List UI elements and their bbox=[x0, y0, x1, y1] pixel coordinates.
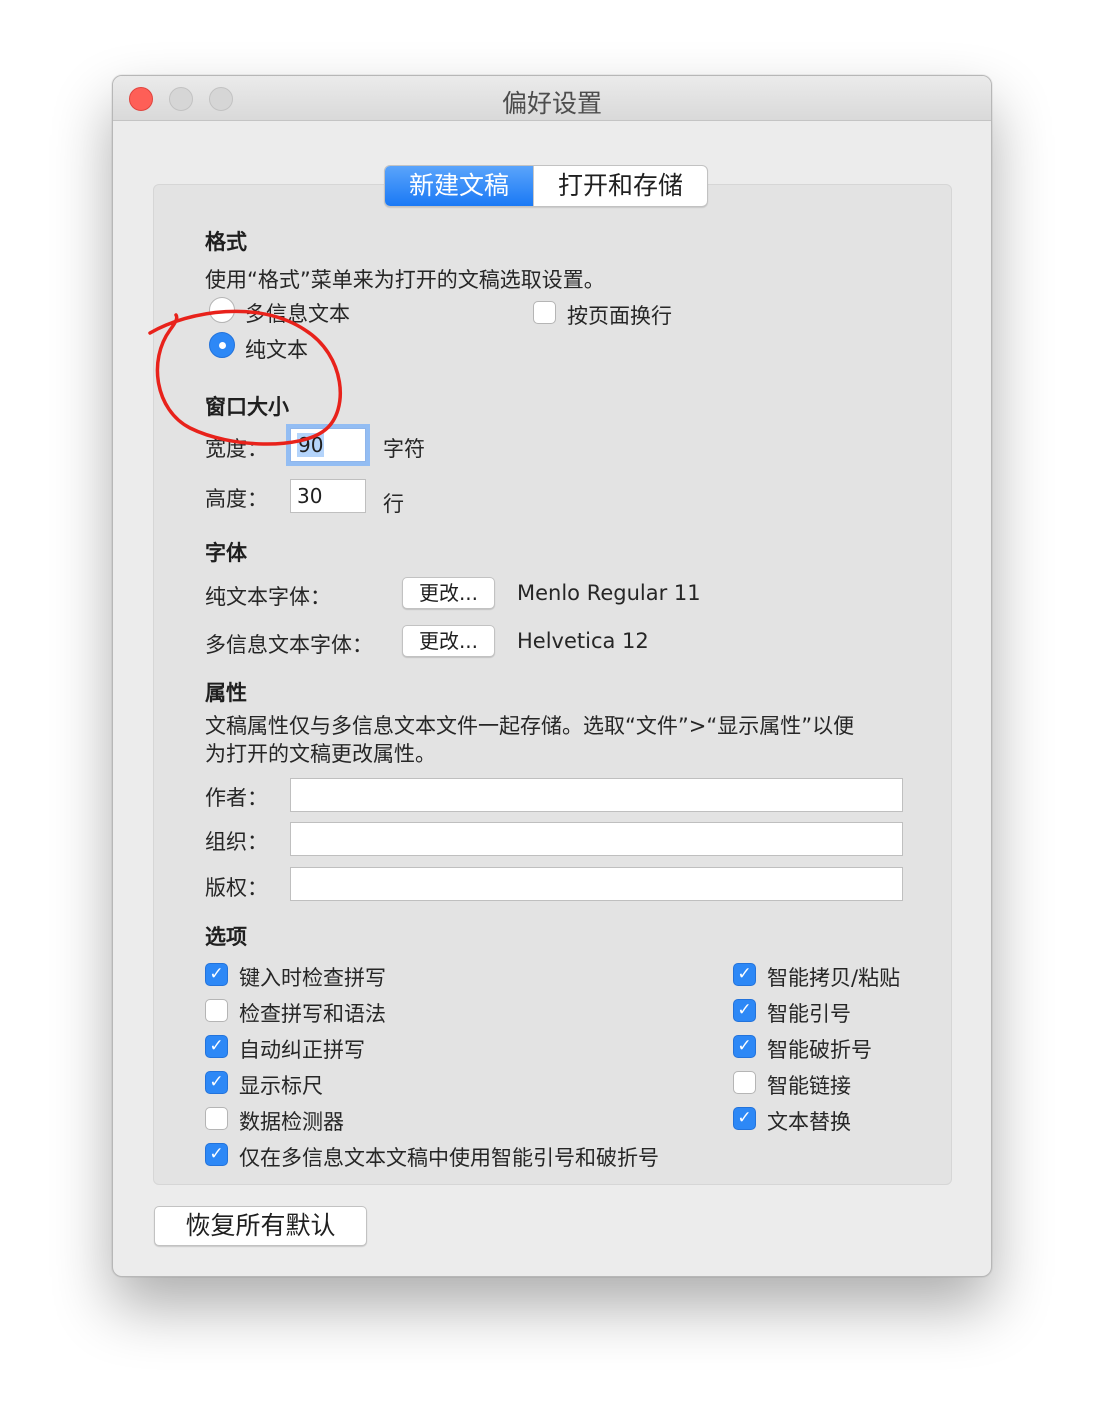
properties-description-line2: 为打开的文稿更改属性。 bbox=[205, 742, 436, 766]
author-input[interactable] bbox=[290, 778, 903, 812]
width-label: 宽度： bbox=[205, 437, 268, 461]
restore-defaults-button[interactable]: 恢复所有默认 bbox=[154, 1206, 367, 1246]
preferences-window: 偏好设置 新建文稿 打开和存储 格式 使用“格式”菜单来为打开的文稿选取设置。 … bbox=[112, 75, 992, 1277]
window-size-heading: 窗口大小 bbox=[205, 395, 289, 419]
organization-input[interactable] bbox=[290, 822, 903, 856]
rich-font-label: 多信息文本字体： bbox=[205, 633, 373, 657]
text-replacement-checkbox[interactable]: ✓ bbox=[733, 1107, 756, 1130]
autocorrect-checkbox[interactable]: ✓ bbox=[205, 1035, 228, 1058]
height-input[interactable]: 30 bbox=[290, 479, 366, 513]
format-description: 使用“格式”菜单来为打开的文稿选取设置。 bbox=[205, 268, 605, 292]
check-spelling-while-typing-checkbox[interactable]: ✓ bbox=[205, 963, 228, 986]
change-plain-font-button[interactable]: 更改... bbox=[402, 577, 495, 609]
properties-description-line1: 文稿属性仅与多信息文本文件一起存储。选取“文件”>“显示属性”以便 bbox=[205, 714, 855, 738]
properties-heading: 属性 bbox=[205, 681, 247, 705]
window-title: 偏好设置 bbox=[501, 89, 602, 118]
rich-text-radio[interactable] bbox=[209, 297, 235, 323]
data-detectors-label[interactable]: 数据检测器 bbox=[239, 1106, 344, 1136]
title-bar: 偏好设置 bbox=[113, 76, 991, 121]
smart-quotes-label[interactable]: 智能引号 bbox=[767, 998, 851, 1028]
plain-text-label[interactable]: 纯文本 bbox=[245, 334, 308, 364]
width-input[interactable]: 90 bbox=[290, 428, 366, 462]
check-grammar-label[interactable]: 检查拼写和语法 bbox=[239, 998, 386, 1028]
wrap-to-page-checkbox[interactable] bbox=[533, 301, 556, 324]
show-ruler-checkbox[interactable]: ✓ bbox=[205, 1071, 228, 1094]
data-detectors-checkbox[interactable] bbox=[205, 1107, 228, 1130]
width-unit: 字符 bbox=[383, 437, 425, 461]
rich-font-value: Helvetica 12 bbox=[517, 629, 649, 653]
plain-font-value: Menlo Regular 11 bbox=[517, 581, 701, 605]
plain-text-radio[interactable] bbox=[209, 332, 235, 358]
copyright-label: 版权： bbox=[205, 876, 268, 900]
change-rich-font-button[interactable]: 更改... bbox=[402, 625, 495, 657]
plain-font-label: 纯文本字体： bbox=[205, 585, 331, 609]
smart-quotes-checkbox[interactable]: ✓ bbox=[733, 999, 756, 1022]
tab-open-and-save[interactable]: 打开和存储 bbox=[533, 166, 707, 206]
check-spelling-while-typing-label[interactable]: 键入时检查拼写 bbox=[239, 962, 386, 992]
smart-dashes-label[interactable]: 智能破折号 bbox=[767, 1034, 872, 1064]
author-label: 作者： bbox=[205, 786, 268, 810]
show-ruler-label[interactable]: 显示标尺 bbox=[239, 1070, 323, 1100]
rich-text-label[interactable]: 多信息文本 bbox=[245, 298, 350, 328]
text-replacement-label[interactable]: 文本替换 bbox=[767, 1106, 851, 1136]
smart-copy-paste-label[interactable]: 智能拷贝/粘贴 bbox=[767, 962, 900, 992]
organization-label: 组织： bbox=[205, 830, 268, 854]
format-heading: 格式 bbox=[205, 230, 247, 254]
autocorrect-label[interactable]: 自动纠正拼写 bbox=[239, 1034, 365, 1064]
smart-quotes-rich-only-checkbox[interactable]: ✓ bbox=[205, 1143, 228, 1166]
smart-copy-paste-checkbox[interactable]: ✓ bbox=[733, 963, 756, 986]
tab-new-document[interactable]: 新建文稿 bbox=[385, 166, 534, 206]
height-unit: 行 bbox=[383, 492, 404, 516]
smart-links-label[interactable]: 智能链接 bbox=[767, 1070, 851, 1100]
smart-links-checkbox[interactable] bbox=[733, 1071, 756, 1094]
width-value: 90 bbox=[297, 433, 325, 457]
check-grammar-checkbox[interactable] bbox=[205, 999, 228, 1022]
options-heading: 选项 bbox=[205, 925, 247, 949]
smart-dashes-checkbox[interactable]: ✓ bbox=[733, 1035, 756, 1058]
font-heading: 字体 bbox=[205, 541, 247, 565]
smart-quotes-rich-only-label[interactable]: 仅在多信息文本文稿中使用智能引号和破折号 bbox=[239, 1142, 659, 1172]
height-label: 高度： bbox=[205, 487, 268, 511]
copyright-input[interactable] bbox=[290, 867, 903, 901]
wrap-to-page-label[interactable]: 按页面换行 bbox=[567, 300, 672, 330]
tab-bar: 新建文稿 打开和存储 bbox=[384, 165, 709, 207]
